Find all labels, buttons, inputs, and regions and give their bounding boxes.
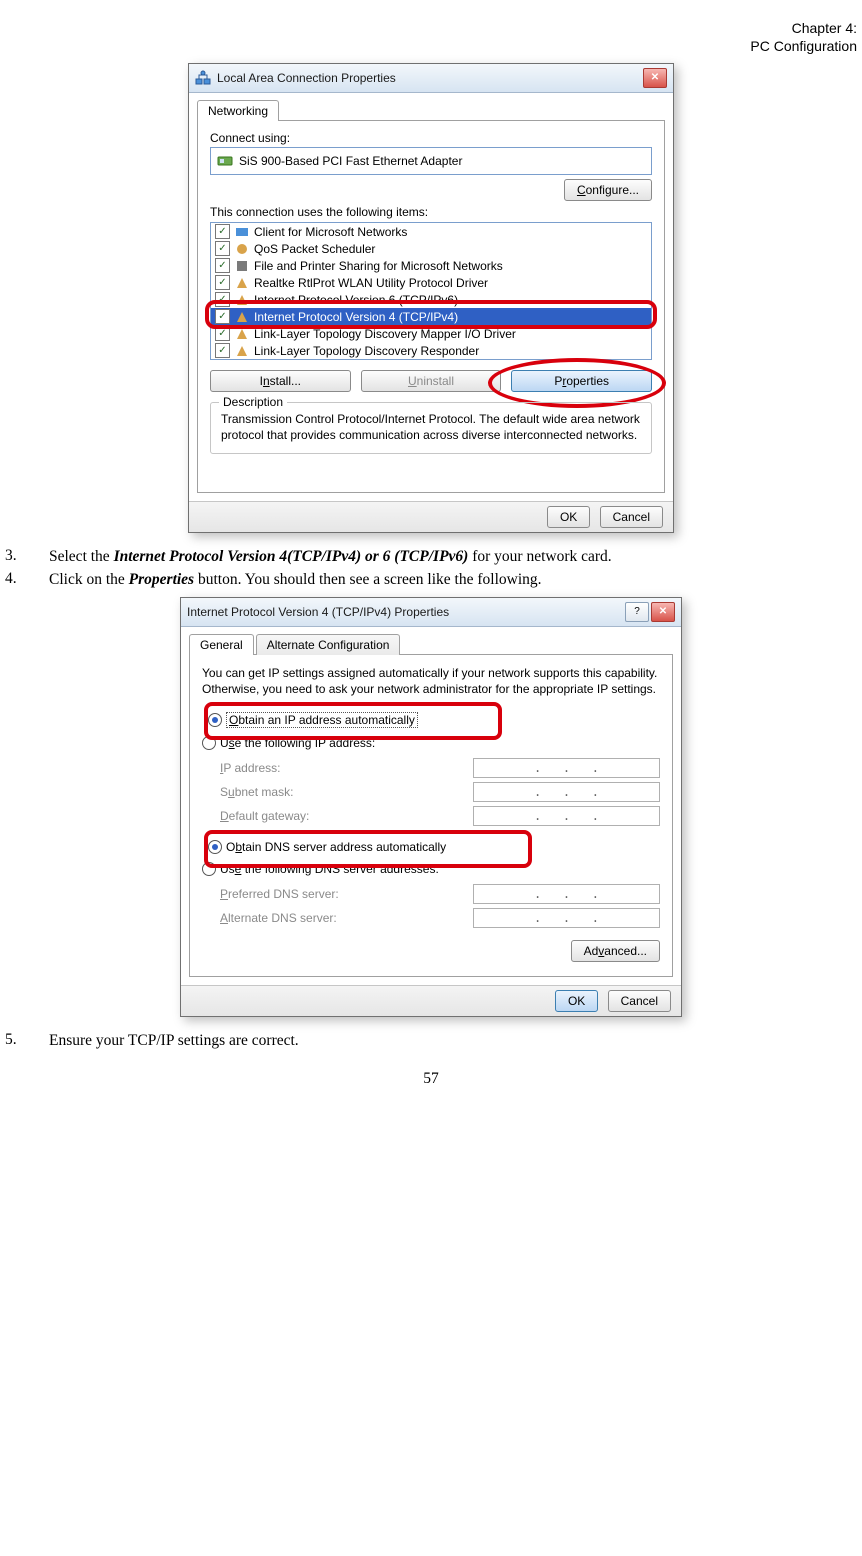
close-button[interactable]: ✕: [643, 68, 667, 88]
checkbox-icon[interactable]: ✓: [215, 224, 230, 239]
page-header: Chapter 4: PC Configuration: [5, 20, 857, 55]
adapter-icon: [217, 153, 233, 169]
lan-properties-dialog: Local Area Connection Properties ✕ Netwo…: [188, 63, 674, 533]
protocol-icon: [235, 327, 249, 341]
titlebar: Internet Protocol Version 4 (TCP/IPv4) P…: [181, 598, 681, 627]
radio-obtain-dns[interactable]: Obtain DNS server address automaticallyO…: [202, 838, 452, 856]
header-line2: PC Configuration: [750, 38, 857, 54]
radio-obtain-ip[interactable]: Obtain an IP address automaticallyObtain…: [202, 710, 424, 730]
titlebar: Local Area Connection Properties ✕: [189, 64, 673, 93]
page-number: 57: [5, 1070, 857, 1088]
protocol-icon: [235, 293, 249, 307]
checkbox-icon[interactable]: ✓: [215, 258, 230, 273]
configure-button[interactable]: CConfigure...onfigure...: [564, 179, 652, 201]
dialog-footer: OK Cancel: [181, 985, 681, 1016]
tab-networking[interactable]: Networking: [197, 100, 279, 121]
list-item[interactable]: ✓Internet Protocol Version 6 (TCP/IPv6): [211, 291, 651, 308]
items-label: This connection uses the following items…: [210, 205, 652, 219]
network-icon: [195, 70, 211, 86]
dialog-title: Internet Protocol Version 4 (TCP/IPv4) P…: [187, 605, 625, 619]
tab-panel-general: You can get IP settings assigned automat…: [189, 654, 673, 976]
properties-button[interactable]: PropertiesProperties: [511, 370, 652, 392]
checkbox-icon[interactable]: ✓: [215, 326, 230, 341]
ok-button[interactable]: OK: [547, 506, 590, 528]
checkbox-icon[interactable]: ✓: [215, 292, 230, 307]
cancel-button[interactable]: Cancel: [608, 990, 671, 1012]
checkbox-icon[interactable]: ✓: [215, 275, 230, 290]
tab-panel-networking: Connect using: SiS 900-Based PCI Fast Et…: [197, 120, 665, 493]
tab-general[interactable]: General: [189, 634, 254, 655]
fileprint-icon: [235, 259, 249, 273]
description-group: Description Transmission Control Protoco…: [210, 402, 652, 454]
ip-address-field: . . .: [473, 758, 660, 778]
install-button[interactable]: Install...Install...: [210, 370, 351, 392]
list-item[interactable]: ✓Link-Layer Topology Discovery Mapper I/…: [211, 325, 651, 342]
header-line1: Chapter 4:: [792, 20, 857, 36]
page: Chapter 4: PC Configuration Local Area C…: [0, 0, 862, 1098]
connect-using-label: Connect using:: [210, 131, 652, 145]
qos-icon: [235, 242, 249, 256]
tab-alternate[interactable]: Alternate Configuration: [256, 634, 401, 655]
checkbox-icon[interactable]: ✓: [215, 309, 230, 324]
list-item[interactable]: ✓File and Printer Sharing for Microsoft …: [211, 257, 651, 274]
items-listbox[interactable]: ✓Client for Microsoft Networks ✓QoS Pack…: [210, 222, 652, 360]
list-item[interactable]: ✓Realtke RtlProt WLAN Utility Protocol D…: [211, 274, 651, 291]
gateway-field: . . .: [473, 806, 660, 826]
ipv4-properties-dialog: Internet Protocol Version 4 (TCP/IPv4) P…: [180, 597, 682, 1016]
step-5: 5. Ensure your TCP/IP settings are corre…: [5, 1031, 857, 1052]
dialog-footer: OK Cancel: [189, 501, 673, 532]
list-item[interactable]: ✓Client for Microsoft Networks: [211, 223, 651, 240]
adapter-name: SiS 900-Based PCI Fast Ethernet Adapter: [239, 154, 462, 168]
advanced-button[interactable]: Advanced...Advanced...: [571, 940, 660, 962]
preferred-dns-field: . . .: [473, 884, 660, 904]
checkbox-icon[interactable]: ✓: [215, 241, 230, 256]
protocol-icon: [235, 310, 249, 324]
alternate-dns-field: . . .: [473, 908, 660, 928]
radio-use-ip[interactable]: Use the following IP address:Use the fol…: [202, 736, 375, 750]
tab-strip: Networking: [189, 93, 673, 120]
description-text: Transmission Control Protocol/Internet P…: [221, 411, 641, 443]
radio-use-dns[interactable]: Use the following DNS server addresses:U…: [202, 862, 439, 876]
list-item-selected[interactable]: ✓Internet Protocol Version 4 (TCP/IPv4): [211, 308, 651, 325]
cancel-button[interactable]: Cancel: [600, 506, 663, 528]
step-4: 4. Click on the Properties button. You s…: [5, 570, 857, 591]
help-button[interactable]: ?: [625, 602, 649, 622]
intro-text: You can get IP settings assigned automat…: [202, 665, 660, 697]
dialog-title: Local Area Connection Properties: [217, 71, 643, 85]
client-icon: [235, 225, 249, 239]
subnet-mask-field: . . .: [473, 782, 660, 802]
ok-button[interactable]: OK: [555, 990, 598, 1012]
protocol-icon: [235, 344, 249, 358]
step-3: 3. Select the Internet Protocol Version …: [5, 547, 857, 568]
tab-strip: General Alternate Configuration: [181, 627, 681, 654]
adapter-box[interactable]: SiS 900-Based PCI Fast Ethernet Adapter: [210, 147, 652, 175]
checkbox-icon[interactable]: ✓: [215, 343, 230, 358]
protocol-icon: [235, 276, 249, 290]
list-item[interactable]: ✓Link-Layer Topology Discovery Responder: [211, 342, 651, 359]
list-item[interactable]: ✓QoS Packet Scheduler: [211, 240, 651, 257]
description-title: Description: [219, 395, 287, 409]
uninstall-button: UninstallUninstall: [361, 370, 502, 392]
close-button[interactable]: ✕: [651, 602, 675, 622]
